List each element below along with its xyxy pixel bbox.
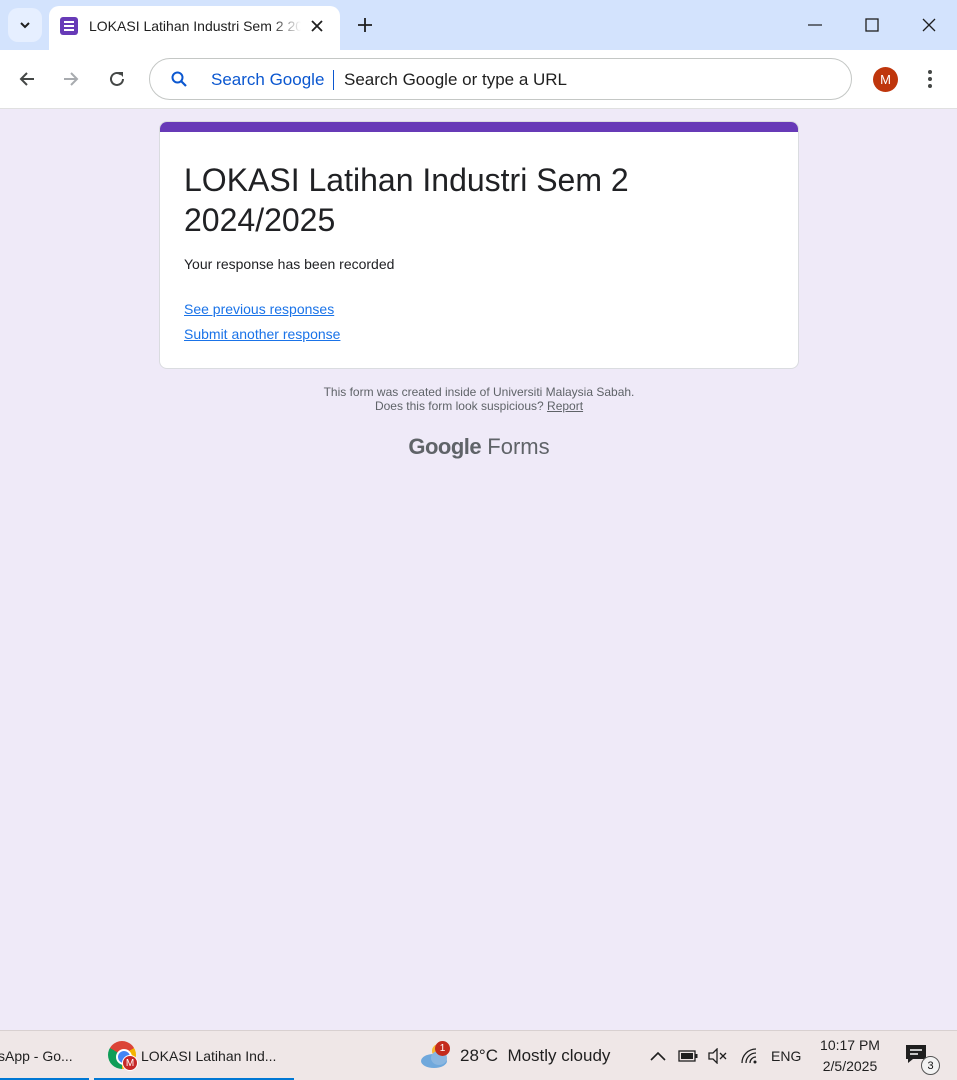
- network-indicator[interactable]: [738, 1046, 760, 1066]
- submit-another-response-link[interactable]: Submit another response: [184, 325, 340, 343]
- show-hidden-icons-button[interactable]: [647, 1046, 669, 1066]
- close-icon: [311, 20, 323, 32]
- forward-arrow-icon: [64, 72, 79, 86]
- weather-temperature: 28°C: [460, 1046, 498, 1065]
- search-engine-label: Search Google: [211, 70, 325, 89]
- back-arrow-icon: [19, 72, 34, 86]
- clock-time: 10:17 PM: [820, 1037, 880, 1053]
- created-inside-note: This form was created inside of Universi…: [323, 385, 635, 399]
- tab-search-button[interactable]: [8, 8, 42, 42]
- tab-strip: LOKASI Latihan Industri Sem 2 2024/2025: [0, 0, 957, 50]
- logo-forms-text: Forms: [487, 434, 550, 459]
- back-button[interactable]: [11, 63, 43, 95]
- text-cursor: [333, 70, 334, 90]
- report-link[interactable]: Report: [547, 399, 583, 413]
- forms-favicon-icon: [60, 17, 78, 35]
- tab-list-icon: [20, 22, 30, 29]
- taskbar-app-whatsapp[interactable]: sApp - Go...: [0, 1031, 89, 1080]
- tab-close-button[interactable]: [307, 16, 327, 36]
- profile-avatar[interactable]: M: [873, 67, 898, 92]
- minimize-icon: [807, 24, 822, 26]
- maximize-button[interactable]: [843, 0, 900, 50]
- battery-indicator[interactable]: [677, 1046, 699, 1066]
- volume-indicator[interactable]: [706, 1046, 728, 1066]
- address-input[interactable]: [344, 69, 824, 91]
- address-bar[interactable]: Search Google: [149, 58, 852, 100]
- weather-alert-badge: 1: [435, 1041, 450, 1056]
- confirmation-message: Your response has been recorded: [184, 256, 395, 272]
- taskbar-app-label: sApp - Go...: [0, 1048, 73, 1064]
- windows-taskbar: sApp - Go... M LOKASI Latihan Ind... 1 2…: [0, 1030, 957, 1080]
- weather-description: Mostly cloudy: [507, 1046, 611, 1065]
- notification-center-button[interactable]: 3: [904, 1043, 940, 1075]
- battery-icon: [678, 1050, 698, 1062]
- profile-badge: M: [122, 1055, 138, 1071]
- input-language[interactable]: ENG: [771, 1047, 801, 1065]
- weather-widget[interactable]: 28°C Mostly cloudy: [460, 1046, 610, 1066]
- reload-icon: [110, 71, 124, 86]
- maximize-icon: [864, 18, 879, 32]
- taskbar-app-label: LOKASI Latihan Ind...: [141, 1048, 277, 1064]
- system-clock[interactable]: 10:17 PM 2/5/2025: [812, 1035, 888, 1077]
- suspicious-text: Does this form look suspicious?: [374, 399, 544, 413]
- tab-title: LOKASI Latihan Industri Sem 2 2024/2025: [89, 18, 301, 34]
- plus-icon: [358, 18, 372, 32]
- new-tab-button[interactable]: [350, 10, 380, 40]
- browser-toolbar: Search Google M: [0, 50, 957, 109]
- wifi-icon: [741, 1048, 757, 1064]
- suspicious-note: Does this form look suspicious? Report: [159, 399, 799, 413]
- chevron-up-icon: [650, 1051, 666, 1061]
- browser-menu-button[interactable]: [918, 65, 942, 93]
- taskbar-app-chrome[interactable]: M LOKASI Latihan Ind...: [94, 1031, 294, 1080]
- clock-date: 2/5/2025: [822, 1058, 878, 1074]
- form-footer: This form was created inside of Universi…: [159, 385, 799, 413]
- google-forms-logo[interactable]: Google Forms: [159, 434, 799, 460]
- form-title: LOKASI Latihan Industri Sem 2 2024/2025: [184, 162, 629, 238]
- minimize-button[interactable]: [786, 0, 843, 50]
- window-close-button[interactable]: [900, 0, 957, 50]
- reload-button[interactable]: [101, 63, 133, 95]
- forward-button[interactable]: [55, 63, 87, 95]
- logo-google-text: Google: [408, 434, 482, 459]
- tab-active[interactable]: LOKASI Latihan Industri Sem 2 2024/2025: [49, 6, 340, 50]
- form-theme-bar: [160, 122, 798, 132]
- see-previous-responses-link[interactable]: See previous responses: [184, 300, 334, 318]
- close-icon: [922, 18, 935, 32]
- response-confirmation-card: LOKASI Latihan Industri Sem 2 2024/2025 …: [159, 121, 799, 369]
- kebab-menu-icon: [928, 70, 932, 88]
- search-icon: [171, 71, 187, 87]
- speaker-muted-icon: [708, 1048, 727, 1064]
- notification-count-badge: 3: [921, 1056, 940, 1075]
